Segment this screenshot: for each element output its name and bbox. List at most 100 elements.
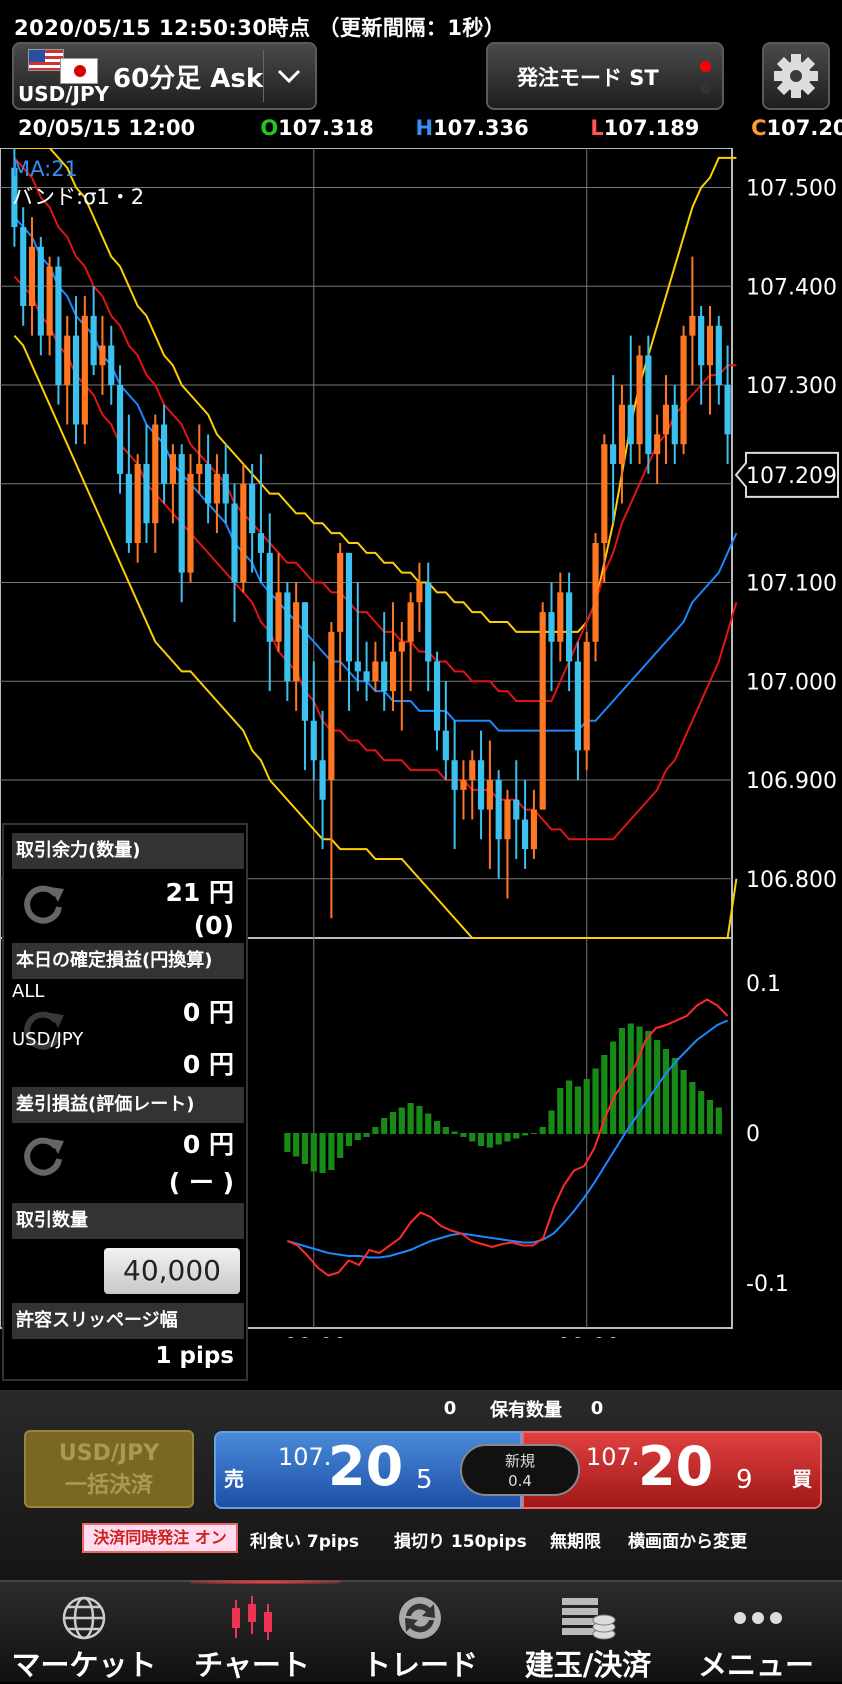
landscape-change-hint: 横画面から変更 (628, 1527, 747, 1552)
slippage-value[interactable]: 1 pips (155, 1343, 234, 1369)
position-stack-icon (558, 1594, 618, 1642)
expiry-setting: 無期限 (550, 1527, 601, 1552)
mode-indicator-off (700, 83, 711, 94)
sell-price-fraction: 5 (416, 1465, 433, 1495)
price-tick-label: 107.100 (746, 572, 837, 597)
candle-body (355, 662, 361, 672)
macd-histogram-bar (592, 1069, 598, 1135)
candle-body (258, 533, 264, 553)
tab-menu[interactable]: メニュー (672, 1642, 840, 1684)
candle-body (434, 662, 440, 731)
macd-histogram-bar (311, 1133, 317, 1172)
holding-label: 保有数量 (490, 1396, 562, 1422)
tab-market[interactable]: マーケット (0, 1642, 168, 1684)
bollinger-1sigma-lower (14, 276, 736, 839)
current-price-label: 107.209 (746, 464, 837, 489)
candle-body (654, 434, 660, 454)
macd-histogram-bar (663, 1049, 669, 1134)
japan-flag-icon (60, 58, 98, 84)
candle-body (557, 592, 563, 641)
macd-histogram-bar (416, 1106, 422, 1134)
tab-chart[interactable]: チャート (168, 1642, 336, 1684)
macd-histogram-bar (522, 1133, 528, 1136)
macd-histogram-bar (319, 1133, 325, 1173)
macd-histogram-bar (372, 1127, 378, 1134)
unrealized-value: 0 円 (183, 1125, 234, 1161)
candle-body (152, 425, 158, 524)
candle-body (170, 454, 176, 484)
pnl-title: 本日の確定損益(円換算) (12, 943, 244, 979)
spread-indicator: 新規 0.4 (460, 1444, 580, 1496)
macd-histogram-bar (478, 1133, 484, 1146)
high-label: H (415, 116, 433, 140)
tab-positions[interactable]: 建玉/決済 (504, 1642, 672, 1684)
macd-histogram-bar (284, 1133, 290, 1152)
quantity-title: 取引数量 (12, 1203, 244, 1239)
candle-body (240, 484, 246, 583)
candle-body (698, 316, 704, 365)
buy-label: 買 (792, 1463, 812, 1492)
macd-histogram-bar (399, 1108, 405, 1135)
margin-value: 21 円 (166, 873, 235, 909)
macd-histogram-bar (496, 1133, 502, 1145)
macd-histogram-bar (672, 1058, 678, 1134)
macd-histogram-bar (628, 1024, 634, 1135)
candle-body (214, 474, 220, 504)
all-value: 0 円 (183, 993, 234, 1029)
settings-button[interactable] (762, 42, 830, 110)
sell-label: 売 (224, 1463, 244, 1492)
candle-body (716, 326, 722, 385)
candle-body (680, 336, 686, 445)
refresh-icon[interactable] (18, 877, 68, 927)
macd-histogram-bar (557, 1088, 563, 1134)
macd-tick-label: 0.1 (746, 972, 781, 997)
candle-body (302, 602, 308, 721)
quantity-input[interactable]: 40,000 (104, 1248, 240, 1294)
tab-bar: マーケット チャート トレード 建玉/決済 メニュー (0, 1580, 842, 1682)
tab-trade[interactable]: トレード (336, 1642, 504, 1684)
buy-price-prefix: 107. (586, 1443, 639, 1471)
candle-body (689, 316, 695, 336)
candle-body (319, 760, 325, 800)
candle-body (628, 405, 634, 445)
us-flag-icon (28, 49, 64, 71)
candle-body (73, 336, 79, 425)
candle-body (707, 326, 713, 366)
mode-indicator-red (700, 61, 711, 72)
macd-histogram-bar (434, 1121, 440, 1134)
globe-icon (60, 1594, 108, 1642)
simultaneous-order-toggle[interactable]: 決済同時発注 オン (82, 1523, 238, 1553)
refresh-icon[interactable] (18, 1129, 68, 1179)
candle-body (390, 652, 396, 692)
macd-histogram-bar (636, 1027, 642, 1135)
macd-histogram-bar (531, 1133, 537, 1134)
buy-holding: 0 (587, 1398, 607, 1419)
candle-body (636, 355, 642, 444)
macd-histogram-bar (680, 1070, 686, 1134)
gear-icon (764, 44, 828, 108)
bulk-settle-button[interactable]: USD/JPY 一括決済 (24, 1430, 194, 1508)
candle-body (725, 385, 731, 434)
candle-body (504, 800, 510, 840)
macd-histogram-bar (504, 1133, 510, 1142)
candle-body (223, 474, 229, 504)
candle-body (592, 543, 598, 642)
account-panel: 取引余力(数量) 21 円 (0) 本日の確定損益(円換算) ALL 0 円 U… (2, 823, 248, 1381)
price-tick-label: 107.400 (746, 275, 837, 300)
candle-body (249, 484, 255, 533)
chevron-down-icon[interactable] (274, 64, 304, 88)
macd-histogram-bar (443, 1127, 449, 1134)
legend-ma: MA:21 (12, 157, 78, 181)
price-tick-label: 107.000 (746, 670, 837, 695)
candle-body (311, 721, 317, 761)
macd-histogram-bar (689, 1082, 695, 1134)
macd-histogram-bar (452, 1132, 458, 1135)
macd-histogram-bar (575, 1087, 581, 1135)
close-label: C (751, 116, 766, 140)
candle-body (108, 346, 114, 386)
macd-histogram-bar (355, 1133, 361, 1140)
candle-body (408, 602, 414, 642)
unrealized-sub: ( ー ) (169, 1163, 234, 1199)
buy-price-fraction: 9 (736, 1465, 753, 1495)
candle-body (399, 642, 405, 652)
